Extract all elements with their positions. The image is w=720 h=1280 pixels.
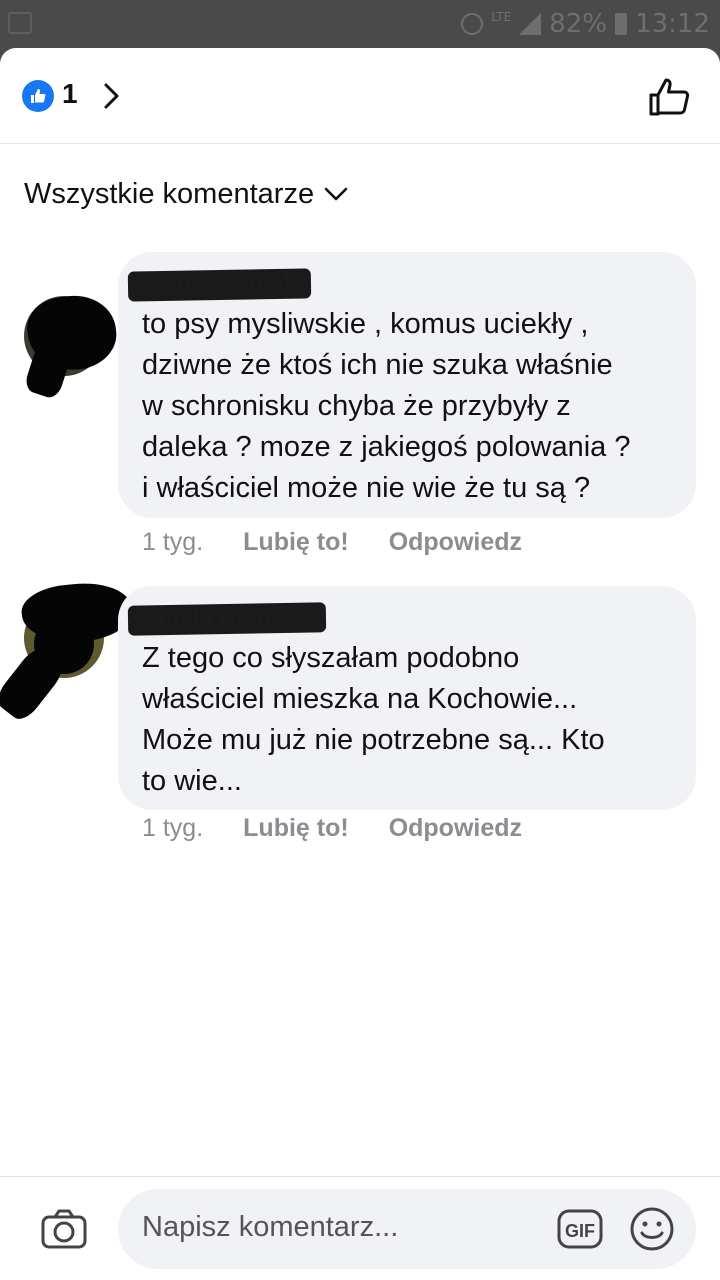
gif-label: GIF — [565, 1221, 595, 1241]
avatar[interactable] — [0, 578, 135, 725]
battery-icon — [615, 13, 628, 35]
reply-button[interactable]: Odpowiedz — [389, 528, 522, 557]
comment-actions: 1 tyg. Lubię to! Odpowiedz — [142, 528, 522, 557]
gif-icon[interactable]: GIF — [556, 1207, 604, 1251]
comment-input[interactable]: Napisz komentarz... GIF — [118, 1189, 696, 1269]
chevron-down-icon[interactable] — [324, 186, 348, 202]
gallery-icon — [8, 12, 32, 34]
comment-bubble: Emilia Adamek Z tego co słyszałam podobn… — [118, 586, 696, 810]
reaction-count[interactable]: 1 — [62, 78, 78, 110]
clock: 13:12 — [635, 9, 710, 39]
battery-percent: 82% — [549, 9, 608, 39]
signal-icon — [519, 13, 542, 35]
comment-input-placeholder[interactable]: Napisz komentarz... — [142, 1211, 398, 1244]
camera-icon[interactable] — [40, 1207, 88, 1251]
status-icons: LTE 82% 13:12 — [461, 6, 710, 42]
status-bar: LTE 82% 13:12 — [0, 0, 720, 48]
comment-time: 1 tyg. — [142, 814, 204, 842]
comment-actions: 1 tyg. Lubię to! Odpowiedz — [142, 814, 522, 843]
comment-author[interactable]: Monika Rulak — [127, 268, 311, 302]
thumbs-up-icon[interactable] — [22, 80, 54, 112]
reply-button[interactable]: Odpowiedz — [389, 814, 522, 843]
comment-text: Z tego co słyszałam podobno właściciel m… — [142, 642, 605, 797]
filter-label[interactable]: Wszystkie komentarze — [24, 178, 314, 211]
comments-sheet: 1 Wszystkie komentarze Monika Rulak to p… — [0, 48, 720, 1280]
comment-author[interactable]: Emilia Adamek — [127, 602, 327, 636]
comment-filter[interactable]: Wszystkie komentarze — [24, 176, 348, 212]
like-comment-button[interactable]: Lubię to! — [243, 528, 349, 557]
comment-bubble: Monika Rulak to psy mysliwskie , komus u… — [118, 252, 696, 518]
comment-composer: Napisz komentarz... GIF — [0, 1176, 720, 1280]
smiley-icon[interactable] — [628, 1205, 676, 1253]
network-type: LTE — [491, 10, 512, 24]
comment-time: 1 tyg. — [142, 528, 204, 556]
comment-text: to psy mysliwskie , komus uciekły , dziw… — [142, 308, 631, 504]
thumbs-up-outline-icon[interactable] — [648, 76, 690, 118]
like-comment-button[interactable]: Lubię to! — [243, 814, 349, 843]
reactions-header: 1 — [0, 48, 720, 144]
alarm-icon — [461, 13, 484, 35]
avatar[interactable] — [22, 290, 121, 401]
chevron-right-icon[interactable] — [100, 82, 124, 110]
